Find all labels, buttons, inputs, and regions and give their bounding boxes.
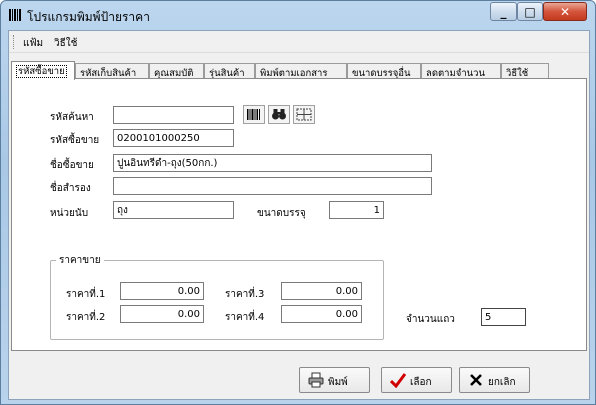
barcode-button[interactable]: [243, 105, 265, 124]
find-button[interactable]: [268, 105, 290, 124]
checkmark-icon: [389, 372, 407, 389]
tab-properties[interactable]: คุณสมบัติ: [149, 63, 204, 79]
print-button-label: พิมพ์: [328, 377, 348, 388]
app-window: โปรแกรมพิมพ์ป้ายราคา _ □ ✕ แฟ้ม วิธีใช้ …: [0, 0, 596, 405]
price-group-title: ราคาขาย: [56, 253, 104, 268]
close-button[interactable]: ✕: [543, 2, 587, 21]
price1-field[interactable]: 0.00: [120, 282, 204, 300]
tab-help[interactable]: วิธีใช้: [501, 63, 549, 79]
minimize-button[interactable]: _: [490, 2, 517, 21]
pack-size-label: ขนาดบรรจุ: [257, 208, 306, 219]
select-button[interactable]: เลือก: [381, 367, 452, 393]
barcode-app-icon: [9, 9, 21, 21]
unit-field[interactable]: ถุง: [113, 201, 234, 219]
price3-field[interactable]: 0.00: [281, 282, 362, 300]
price2-field[interactable]: 0.00: [120, 305, 204, 323]
tab-strip: รหัสซื้อขาย รหัสเก็บสินค้า คุณสมบัติ รุ่…: [9, 61, 589, 80]
sale-code-field[interactable]: 0200101000250: [113, 129, 234, 147]
tab-quantity-discount[interactable]: ลดตามจำนวน: [421, 63, 501, 79]
menu-file[interactable]: แฟ้ม: [23, 36, 43, 51]
tab-print-by-document[interactable]: พิมพ์ตามเอกสาร: [255, 63, 347, 79]
sale-name-field[interactable]: ปูนอินทรีดำ-ถุง(50กก.): [113, 154, 432, 172]
barcode-icon: [244, 109, 264, 126]
cancel-button-label: ยกเลิก: [488, 377, 516, 388]
maximize-icon: □: [524, 5, 536, 19]
binoculars-icon: [269, 109, 289, 126]
tab-storage-code[interactable]: รหัสเก็บสินค้า: [75, 63, 149, 79]
price1-label: ราคาที่.1: [66, 289, 106, 300]
price4-field[interactable]: 0.00: [281, 305, 362, 323]
title-bar[interactable]: โปรแกรมพิมพ์ป้ายราคา _ □ ✕: [1, 1, 595, 29]
printer-icon: [308, 372, 324, 388]
rows-field[interactable]: 5: [481, 308, 526, 326]
tab-model[interactable]: รุ่นสินค้า: [204, 63, 255, 79]
client-area: แฟ้ม วิธีใช้ รหัสซื้อขาย รหัสเก็บสินค้า …: [8, 30, 590, 400]
menu-bar: แฟ้ม วิธีใช้: [9, 31, 589, 53]
price2-label: ราคาที่.2: [66, 312, 106, 323]
tab-sale-code[interactable]: รหัสซื้อขาย: [11, 61, 75, 80]
cancel-button[interactable]: ยกเลิก: [459, 367, 530, 393]
window-title: โปรแกรมพิมพ์ป้ายราคา: [27, 10, 150, 24]
search-label: รหัสค้นหา: [50, 112, 94, 123]
menubar-grip: [13, 35, 16, 49]
unit-label: หน่วยนับ: [50, 208, 89, 219]
sale-code-label: รหัสซื้อขาย: [50, 135, 100, 146]
minimize-icon: _: [500, 5, 507, 19]
maximize-button[interactable]: □: [517, 2, 543, 21]
grid-select-icon: [294, 108, 314, 126]
pack-size-field[interactable]: 1: [329, 201, 384, 219]
close-icon: ✕: [559, 5, 571, 19]
tab-panel-sale-code: รหัสค้นหา รหัสซื้อขาย 0200101000250 ชื่อ…: [11, 78, 587, 351]
cross-icon: [468, 372, 484, 388]
print-button[interactable]: พิมพ์: [299, 367, 370, 393]
alt-name-label: ชื่อสำรอง: [50, 183, 91, 194]
tab-other-pack-size[interactable]: ขนาดบรรจุอื่น: [347, 63, 421, 79]
search-input[interactable]: [113, 106, 234, 124]
rows-label: จำนวนแถว: [406, 314, 455, 325]
tab-sale-code-label: รหัสซื้อขาย: [16, 65, 67, 78]
alt-name-field[interactable]: [113, 177, 432, 195]
menu-help[interactable]: วิธีใช้: [54, 36, 77, 51]
price4-label: ราคาที่.4: [225, 312, 265, 323]
price3-label: ราคาที่.3: [225, 289, 265, 300]
sale-name-label: ชื่อซื้อขาย: [50, 160, 94, 171]
select-grid-button[interactable]: [293, 105, 315, 124]
select-button-label: เลือก: [410, 377, 432, 388]
